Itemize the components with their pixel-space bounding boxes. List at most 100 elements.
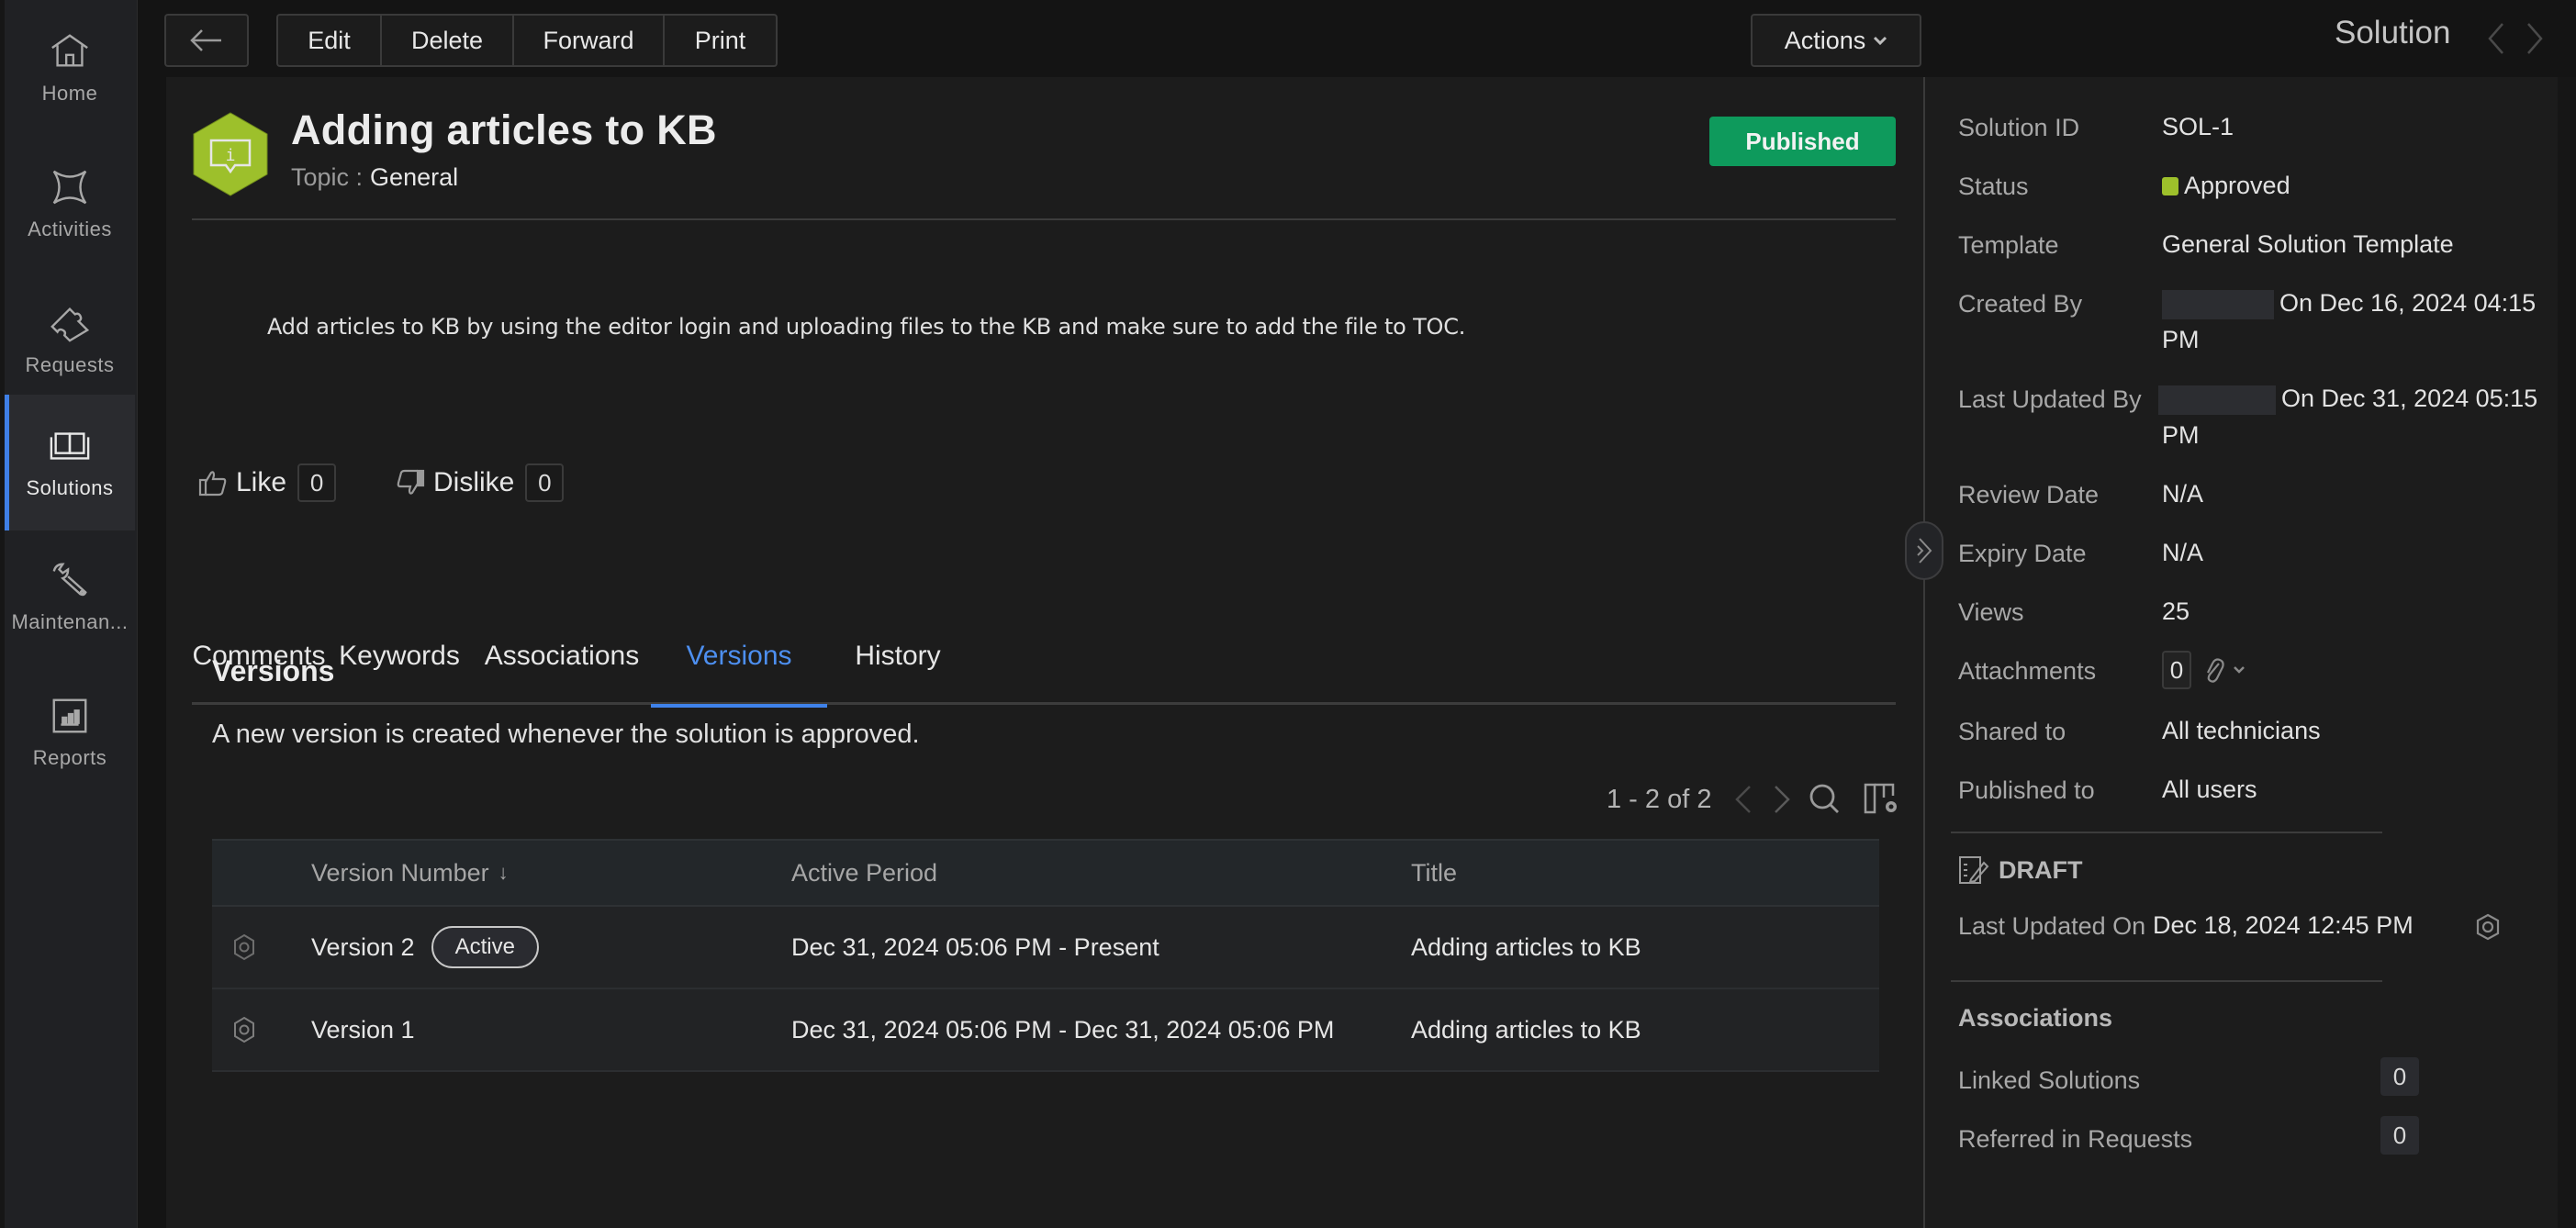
prop-value: Approved — [2162, 167, 2290, 204]
prop-value: On Dec 31, 2024 05:15 PM — [2158, 380, 2537, 453]
updated-on: On Dec 31, 2024 05:15 — [2281, 385, 2538, 412]
collapse-panel-button[interactable] — [1905, 521, 1943, 580]
nav-item-requests[interactable]: Requests — [5, 272, 135, 407]
actions-label: Actions — [1784, 26, 1866, 54]
dislike-count: 0 — [525, 463, 565, 502]
divider — [1951, 980, 2382, 982]
prop-value: 25 — [2162, 597, 2190, 625]
referred-requests-count: 0 — [2380, 1116, 2419, 1155]
redacted-user — [2162, 289, 2274, 319]
app-root: Home Activities Requests Solutions Maint… — [0, 0, 2576, 1228]
dislike-button[interactable]: Dislike 0 — [395, 463, 565, 502]
pagination-range: 1 - 2 of 2 — [1607, 784, 1712, 814]
created-on-suffix: PM — [2162, 326, 2200, 353]
created-on: On Dec 16, 2024 04:15 — [2279, 289, 2537, 317]
prop-label: Solution ID — [1958, 114, 2080, 141]
divider — [1951, 832, 2382, 833]
prop-label: Attachments — [1958, 657, 2097, 685]
chevron-right-double-icon — [1917, 538, 1932, 564]
like-label: Like — [236, 467, 287, 497]
back-button[interactable] — [164, 14, 249, 67]
previous-record-icon[interactable] — [2481, 18, 2512, 59]
page-title: Adding articles to KB — [291, 106, 717, 153]
action-button-group: Edit Delete Forward Print — [276, 14, 778, 67]
version-title: Adding articles to KB — [1411, 1015, 1641, 1044]
activities-icon — [52, 170, 87, 205]
updated-on-suffix: PM — [2162, 421, 2200, 449]
version-number: Version 2 — [311, 932, 415, 961]
prop-label: Shared to — [1958, 718, 2066, 745]
version-cell: Version 1 — [311, 989, 415, 1070]
pagination: 1 - 2 of 2 — [1607, 776, 1902, 822]
nav-item-home[interactable]: Home — [5, 0, 135, 136]
nav-item-solutions[interactable]: Solutions — [5, 395, 135, 530]
previous-page-icon[interactable] — [1728, 781, 1759, 818]
draft-title: DRAFT — [1999, 855, 2083, 884]
actions-dropdown[interactable]: Actions — [1751, 14, 1921, 67]
prop-label: Last Updated On — [1958, 912, 2146, 940]
prop-value: N/A — [2162, 539, 2204, 566]
prop-value: On Dec 16, 2024 04:15 PM — [2162, 285, 2536, 358]
topic-label: Topic : — [291, 163, 364, 191]
gear-icon — [234, 933, 254, 961]
tab-history[interactable]: History — [827, 608, 969, 705]
paperclip-icon[interactable] — [2202, 656, 2226, 684]
draft-settings-gear-icon[interactable] — [2474, 912, 2502, 942]
table-header: Version Number ↓ Active Period Title — [212, 839, 1879, 907]
left-nav: Home Activities Requests Solutions Maint… — [0, 0, 138, 1228]
draft-header: DRAFT — [1958, 855, 2082, 885]
table-row[interactable]: Version 1 Dec 31, 2024 05:06 PM - Dec 31… — [212, 989, 1879, 1072]
tab-keywords[interactable]: Keywords — [326, 608, 473, 705]
gear-icon — [234, 1016, 254, 1044]
versions-heading: Versions — [212, 654, 335, 687]
like-button[interactable]: Like 0 — [197, 463, 337, 502]
prop-value[interactable]: 0 — [2162, 650, 2246, 689]
nav-item-maintenance[interactable]: Maintenan... — [5, 529, 135, 664]
search-icon[interactable] — [1807, 781, 1843, 818]
prop-value: General Solution Template — [2162, 230, 2454, 258]
nav-item-activities[interactable]: Activities — [5, 136, 135, 272]
prop-value: All technicians — [2162, 717, 2321, 744]
tab-versions[interactable]: Versions — [651, 608, 827, 708]
print-button[interactable]: Print — [665, 16, 776, 65]
delete-button[interactable]: Delete — [382, 16, 514, 65]
version-cell: Version 2 Active — [311, 907, 539, 988]
prop-value: All users — [2162, 776, 2257, 803]
tab-associations[interactable]: Associations — [473, 608, 651, 705]
edit-button[interactable]: Edit — [278, 16, 382, 65]
module-title: Solution — [2335, 15, 2451, 50]
next-record-icon[interactable] — [2519, 18, 2550, 59]
chevron-down-icon — [1874, 36, 1887, 46]
column-header-title[interactable]: Title — [1411, 841, 1457, 905]
prop-value: N/A — [2162, 480, 2204, 508]
detail-tabs: Comments Keywords Associations Versions … — [192, 608, 1896, 708]
attachment-count: 0 — [2162, 650, 2191, 689]
next-page-icon[interactable] — [1766, 781, 1798, 818]
forward-button[interactable]: Forward — [514, 16, 665, 65]
nav-item-reports[interactable]: Reports — [5, 664, 135, 800]
prop-label: Linked Solutions — [1958, 1066, 2141, 1094]
table-row[interactable]: Version 2 Active Dec 31, 2024 05:06 PM -… — [212, 907, 1879, 989]
row-settings[interactable] — [232, 989, 269, 1070]
nav-label: Maintenan... — [11, 610, 129, 633]
like-count: 0 — [297, 463, 337, 502]
column-header-label: Version Number — [311, 858, 489, 887]
chevron-down-icon[interactable] — [2233, 665, 2246, 675]
prop-value: Dec 18, 2024 12:45 PM — [2153, 911, 2414, 939]
redacted-user — [2158, 385, 2276, 415]
column-settings-icon[interactable] — [1862, 781, 1902, 818]
prop-label: Referred in Requests — [1958, 1125, 2193, 1153]
column-header-version-number[interactable]: Version Number ↓ — [311, 841, 509, 905]
active-period: Dec 31, 2024 05:06 PM - Present — [791, 932, 1159, 961]
wrench-icon — [52, 563, 87, 597]
prop-label: Review Date — [1958, 481, 2100, 508]
column-header-active-period[interactable]: Active Period — [791, 841, 937, 905]
row-settings[interactable] — [232, 907, 269, 988]
ticket-icon — [50, 307, 90, 342]
versions-description: A new version is created whenever the so… — [212, 720, 920, 749]
nav-label: Reports — [32, 746, 107, 769]
nav-label: Home — [41, 82, 98, 105]
prop-value: SOL-1 — [2162, 113, 2234, 140]
home-icon — [51, 34, 88, 67]
nav-label: Requests — [25, 353, 115, 376]
